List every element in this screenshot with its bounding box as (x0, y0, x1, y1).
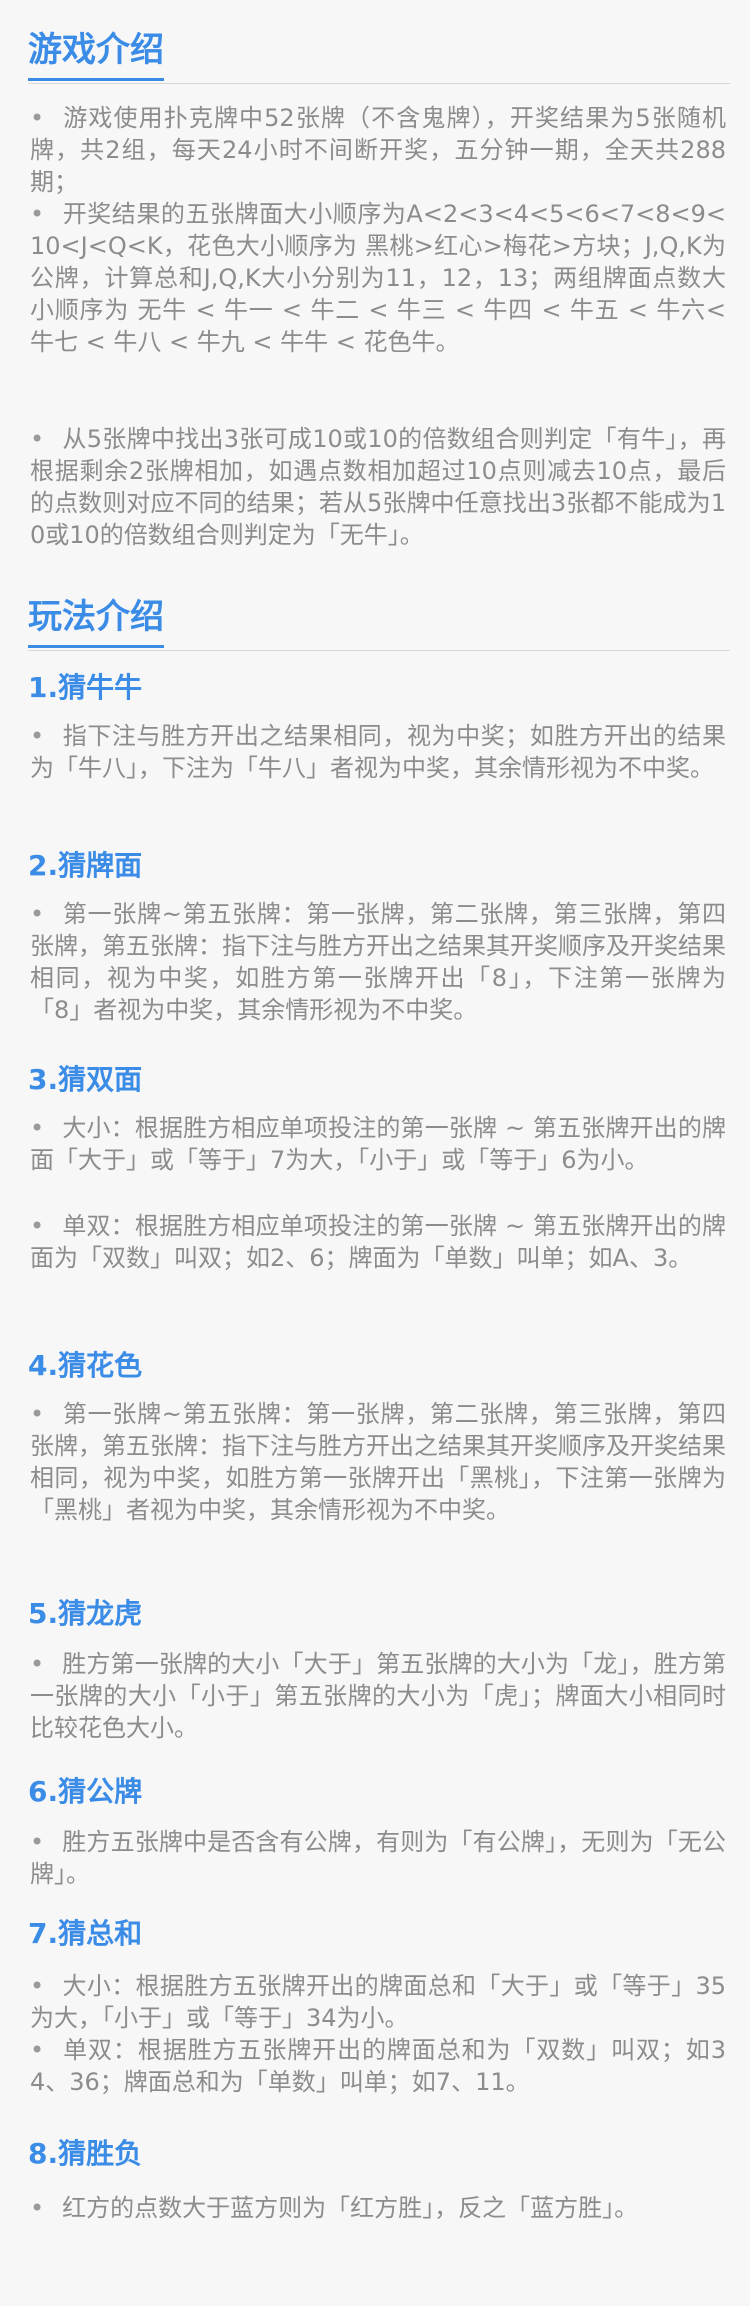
bullet-icon: • (30, 1400, 45, 1428)
section-title-play-intro: 玩法介绍 (28, 593, 164, 648)
bullet-icon: • (30, 1828, 45, 1856)
list-item: • 胜方第一张牌的大小「大于」第五张牌的大小为「龙」，胜方第一张牌的大小「小于」第… (30, 1650, 726, 1742)
subsection-text: • 单双：根据胜方相应单项投注的第一张牌 ~ 第五张牌开出的牌面为「双数」叫双；如… (30, 1210, 726, 1274)
subsection-heading: 4.猜花色 (28, 1349, 143, 1382)
subsection-text: • 大小：根据胜方五张牌开出的牌面总和「大于」或「等于」35为大，「小于」或「等于… (30, 1970, 726, 2034)
bullet-icon: • (30, 900, 45, 928)
subsection-text: • 胜方第一张牌的大小「大于」第五张牌的大小为「龙」，胜方第一张牌的大小「小于」第… (30, 1648, 726, 1744)
game-intro-list: • 开奖结果的五张牌面大小顺序为A<2<3<4<5<6<7<8<9<10<J<Q<… (30, 198, 726, 358)
list-item: • 指下注与胜方开出之结果相同，视为中奖；如胜方开出的结果为「牛八」，下注为「牛八… (30, 722, 726, 782)
subsection-heading: 3.猜双面 (28, 1063, 143, 1096)
list-item: • 胜方五张牌中是否含有公牌，有则为「有公牌」，无则为「无公牌」。 (30, 1828, 726, 1888)
bullet-icon: • (30, 1212, 45, 1240)
section-header-play-intro: 玩法介绍 (28, 593, 730, 651)
list-item: • 大小：根据胜方相应单项投注的第一张牌 ~ 第五张牌开出的牌面「大于」或「等于」… (30, 1114, 726, 1174)
list-item: • 第一张牌~第五张牌：第一张牌，第二张牌，第三张牌，第四张牌，第五张牌：指下注与… (30, 900, 726, 1024)
bullet-icon: • (30, 722, 45, 750)
rules-page: 游戏介绍 • 游戏使用扑克牌中52张牌（不含鬼牌），开奖结果为5张随机牌，共2组，… (0, 0, 750, 2306)
subsection-text: • 大小：根据胜方相应单项投注的第一张牌 ~ 第五张牌开出的牌面「大于」或「等于」… (30, 1112, 726, 1176)
list-item: • 红方的点数大于蓝方则为「红方胜」，反之「蓝方胜」。 (30, 2194, 639, 2222)
subsection-heading: 7.猜总和 (28, 1917, 143, 1950)
list-item: • 开奖结果的五张牌面大小顺序为A<2<3<4<5<6<7<8<9<10<J<Q<… (30, 200, 726, 356)
bullet-icon: • (30, 425, 45, 453)
bullet-icon: • (30, 1114, 45, 1142)
bullet-icon: • (30, 104, 45, 132)
subsection-heading: 6.猜公牌 (28, 1775, 143, 1808)
section-header-game-intro: 游戏介绍 (28, 26, 730, 84)
game-intro-list: • 从5张牌中找出3张可成10或10的倍数组合则判定「有牛」，再根据剩余2张牌相加… (30, 423, 726, 551)
game-intro-list: • 游戏使用扑克牌中52张牌（不含鬼牌），开奖结果为5张随机牌，共2组，每天24小… (30, 102, 726, 198)
subsection-heading: 5.猜龙虎 (28, 1597, 143, 1630)
divider (28, 83, 730, 84)
subsection-text: • 胜方五张牌中是否含有公牌，有则为「有公牌」，无则为「无公牌」。 (30, 1826, 726, 1890)
bullet-icon: • (30, 2036, 45, 2064)
section-title-game-intro: 游戏介绍 (28, 26, 164, 81)
subsection-text: • 指下注与胜方开出之结果相同，视为中奖；如胜方开出的结果为「牛八」，下注为「牛八… (30, 720, 726, 784)
subsection-text: • 单双：根据胜方五张牌开出的牌面总和为「双数」叫双；如34、36；牌面总和为「单… (30, 2034, 726, 2098)
subsection-heading: 8.猜胜负 (28, 2137, 143, 2170)
list-item: • 大小：根据胜方五张牌开出的牌面总和「大于」或「等于」35为大，「小于」或「等于… (30, 1972, 726, 2032)
subsection-text: • 红方的点数大于蓝方则为「红方胜」，反之「蓝方胜」。 (30, 2192, 726, 2224)
bullet-icon: • (30, 1650, 45, 1678)
subsection-heading: 2.猜牌面 (28, 849, 143, 882)
list-item: • 单双：根据胜方五张牌开出的牌面总和为「双数」叫双；如34、36；牌面总和为「单… (30, 2036, 726, 2096)
list-item: • 游戏使用扑克牌中52张牌（不含鬼牌），开奖结果为5张随机牌，共2组，每天24小… (30, 104, 726, 196)
list-item: • 单双：根据胜方相应单项投注的第一张牌 ~ 第五张牌开出的牌面为「双数」叫双；如… (30, 1212, 726, 1272)
subsection-heading: 1.猜牛牛 (28, 671, 143, 704)
subsection-text: • 第一张牌~第五张牌：第一张牌，第二张牌，第三张牌，第四张牌，第五张牌：指下注与… (30, 1398, 726, 1526)
bullet-icon: • (30, 1972, 45, 2000)
subsection-text: • 第一张牌~第五张牌：第一张牌，第二张牌，第三张牌，第四张牌，第五张牌：指下注与… (30, 898, 726, 1026)
bullet-icon: • (30, 200, 45, 228)
bullet-icon: • (30, 2194, 45, 2222)
divider (28, 650, 730, 651)
list-item: • 第一张牌~第五张牌：第一张牌，第二张牌，第三张牌，第四张牌，第五张牌：指下注与… (30, 1400, 726, 1524)
list-item: • 从5张牌中找出3张可成10或10的倍数组合则判定「有牛」，再根据剩余2张牌相加… (30, 425, 726, 549)
